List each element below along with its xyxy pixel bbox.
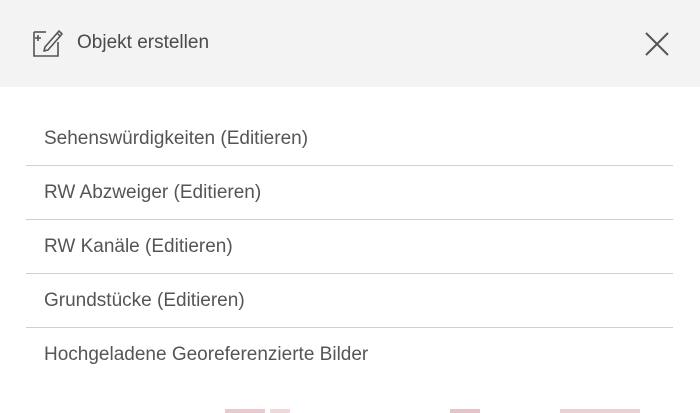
layer-item-label: Grundstücke (Editieren) [44, 289, 245, 311]
layer-item-label: RW Kanäle (Editieren) [44, 235, 233, 257]
layer-item-rw-abzweiger[interactable]: RW Abzweiger (Editieren) [26, 166, 673, 220]
map-fragment [560, 409, 640, 413]
map-fragment [270, 409, 290, 413]
create-object-icon [33, 30, 63, 57]
close-icon[interactable] [640, 27, 674, 61]
map-fragment [450, 409, 480, 413]
map-fragment [225, 409, 265, 413]
layer-item-georeferenzierte-bilder[interactable]: Hochgeladene Georeferenzierte Bilder [26, 328, 673, 382]
layer-item-label: Sehenswürdigkeiten (Editieren) [44, 127, 309, 149]
layer-item-grundstuecke[interactable]: Grundstücke (Editieren) [26, 274, 673, 328]
layer-item-rw-kanaele[interactable]: RW Kanäle (Editieren) [26, 220, 673, 274]
layer-item-label: RW Abzweiger (Editieren) [44, 181, 262, 203]
layer-item-label: Hochgeladene Georeferenzierte Bilder [44, 344, 369, 365]
layer-list: Sehenswürdigkeiten (Editieren) RW Abzwei… [26, 112, 673, 382]
create-object-dialog: Objekt erstellen Sehenswürdigkeiten (Edi… [0, 0, 700, 413]
dialog-header: Objekt erstellen [0, 0, 700, 87]
dialog-title: Objekt erstellen [77, 32, 210, 53]
map-background-strip [0, 409, 700, 413]
layer-item-sehenswuerdigkeiten[interactable]: Sehenswürdigkeiten (Editieren) [26, 112, 673, 166]
